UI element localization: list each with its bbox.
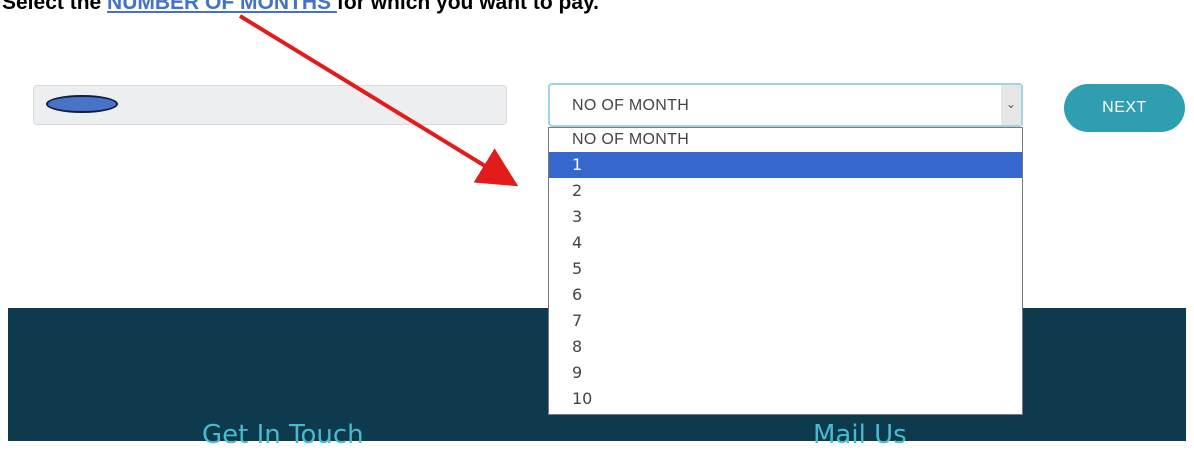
- instruction-text: Select the NUMBER OF MONTHS for which yo…: [2, 0, 599, 15]
- dropdown-option[interactable]: 8: [549, 334, 1022, 360]
- dropdown-option[interactable]: 3: [549, 204, 1022, 230]
- dropdown-option[interactable]: 10: [549, 386, 1022, 412]
- dropdown-option[interactable]: 6: [549, 282, 1022, 308]
- instruction-suffix: for which you want to pay.: [336, 0, 599, 14]
- redaction-mark: [46, 95, 118, 113]
- months-select-value: NO OF MONTH: [572, 97, 690, 114]
- dropdown-option[interactable]: 1: [549, 152, 1022, 178]
- chevron-down-icon[interactable]: ⌄: [1001, 85, 1021, 125]
- dropdown-option[interactable]: 5: [549, 256, 1022, 282]
- months-select[interactable]: NO OF MONTH ⌄: [548, 83, 1023, 127]
- months-dropdown-list: NO OF MONTH 1 2 3 4 5 6 7 8 9 10: [548, 127, 1023, 415]
- dropdown-option[interactable]: 4: [549, 230, 1022, 256]
- dropdown-option[interactable]: 9: [549, 360, 1022, 386]
- dropdown-option[interactable]: NO OF MONTH: [549, 128, 1022, 152]
- footer-mail-us: Mail Us: [813, 420, 907, 450]
- next-button[interactable]: NEXT: [1064, 84, 1185, 132]
- dropdown-option[interactable]: 2: [549, 178, 1022, 204]
- dropdown-option[interactable]: 7: [549, 308, 1022, 334]
- name-field[interactable]: [33, 85, 507, 125]
- instruction-highlight: NUMBER OF MONTHS: [107, 0, 337, 14]
- footer-get-in-touch: Get In Touch: [202, 420, 364, 450]
- instruction-prefix: Select the: [2, 0, 108, 14]
